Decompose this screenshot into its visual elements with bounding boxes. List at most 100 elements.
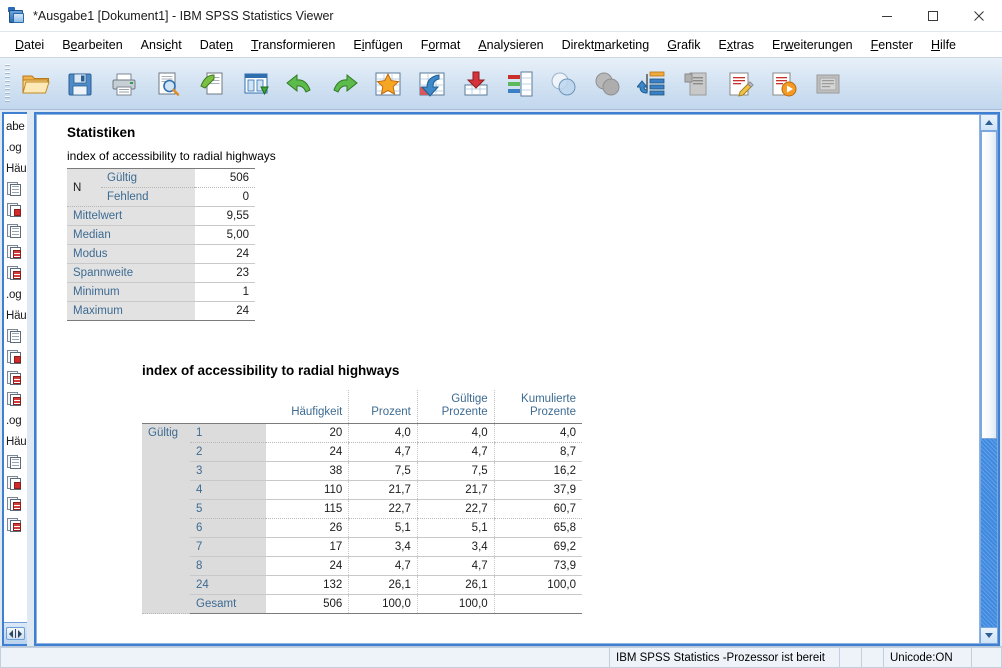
close-button[interactable] [956, 0, 1002, 32]
goto-data-icon[interactable] [410, 62, 454, 106]
table-row-total[interactable]: Gesamt 506 100,0 100,0 [142, 594, 582, 614]
menu-analysieren[interactable]: Analysieren [469, 35, 552, 55]
outline-item-text[interactable]: .og [4, 284, 27, 305]
open-file-icon[interactable] [14, 62, 58, 106]
toolbar-grip[interactable] [5, 63, 10, 104]
table-row[interactable]: Mittelwert 9,55 [67, 206, 255, 226]
print-preview-icon[interactable] [146, 62, 190, 106]
table-row[interactable]: Median 5,00 [67, 225, 255, 245]
split-handle-icon[interactable] [6, 627, 25, 640]
insert-heading-icon[interactable] [674, 62, 718, 106]
menu-ansicht[interactable]: Ansicht [132, 35, 191, 55]
pivot-table-icon[interactable] [498, 62, 542, 106]
show-hide-icon[interactable] [542, 62, 586, 106]
print-icon[interactable] [102, 62, 146, 106]
table-row[interactable]: 3 38 7,5 7,5 16,2 [142, 461, 582, 481]
menu-einfuegen[interactable]: Einfügen [344, 35, 411, 55]
table-row[interactable]: 7 17 3,4 3,4 69,2 [142, 537, 582, 557]
cell-prozent: 3,4 [348, 537, 418, 557]
save-icon[interactable] [58, 62, 102, 106]
table-row[interactable]: 6 26 5,1 5,1 65,8 [142, 518, 582, 538]
table-row[interactable]: Modus 24 [67, 244, 255, 264]
outline-splitter[interactable] [4, 622, 27, 644]
undo-icon[interactable] [278, 62, 322, 106]
vertical-scrollbar[interactable] [979, 114, 998, 644]
table-row[interactable]: 24 132 26,1 26,1 100,0 [142, 575, 582, 595]
select-groups-icon[interactable] [586, 62, 630, 106]
table-row[interactable]: Minimum 1 [67, 282, 255, 302]
outline-item-output[interactable] [4, 494, 27, 515]
scroll-up-button[interactable] [980, 114, 998, 131]
column-header-prozent[interactable]: Prozent [348, 390, 418, 424]
frequency-table[interactable]: Häufigkeit Prozent Gültige Prozente Kumu… [142, 390, 582, 614]
run-script-icon[interactable] [806, 62, 850, 106]
outline-item-text[interactable]: abe [4, 116, 27, 137]
column-header-gueltige-prozente[interactable]: Gültige Prozente [416, 390, 495, 424]
statistics-table[interactable]: N Gültig 506 Fehlend 0 Mittelwert 9,55 M… [67, 168, 255, 321]
outline-item-output[interactable] [4, 263, 27, 284]
column-header-haeufigkeit[interactable]: Häufigkeit [266, 390, 349, 424]
outline-item-output[interactable] [4, 200, 27, 221]
outline-item-text[interactable]: Häu [4, 305, 27, 326]
insert-text-icon[interactable] [762, 62, 806, 106]
output-statistics-icon [7, 371, 23, 386]
table-row[interactable]: Maximum 24 [67, 301, 255, 321]
outline-item-output[interactable] [4, 326, 27, 347]
outline-item-output[interactable] [4, 242, 27, 263]
table-row[interactable]: Gültig 1 20 4,0 4,0 4,0 [142, 423, 582, 614]
outline-item-output[interactable] [4, 473, 27, 494]
menu-erweiterungen[interactable]: Erweiterungen [763, 35, 862, 55]
output-document[interactable]: Statistiken index of accessibility to ra… [36, 114, 979, 644]
outline-item-output[interactable] [4, 347, 27, 368]
insert-title-icon[interactable] [718, 62, 762, 106]
outline-item-text[interactable]: .og [4, 137, 27, 158]
cell-haeufigkeit: 132 [266, 575, 349, 595]
table-row[interactable]: 5 115 22,7 22,7 60,7 [142, 499, 582, 519]
table-row[interactable]: N Gültig 506 [67, 168, 255, 207]
menu-fenster[interactable]: Fenster [862, 35, 922, 55]
maximize-button[interactable] [910, 0, 956, 32]
menu-grafik[interactable]: Grafik [658, 35, 709, 55]
outline-item-output[interactable] [4, 515, 27, 536]
table-row[interactable]: 8 24 4,7 4,7 73,9 [142, 556, 582, 576]
menu-format[interactable]: Format [412, 35, 470, 55]
menu-datei[interactable]: Datei [6, 35, 53, 55]
outline-pane[interactable]: abe .og Häu .og Häu .og Häu [2, 112, 27, 646]
outline-item-output[interactable] [4, 389, 27, 410]
menu-daten[interactable]: Daten [191, 35, 242, 55]
outline-list[interactable]: abe .og Häu .og Häu .og Häu [4, 114, 27, 622]
pane-divider[interactable] [27, 112, 34, 646]
dialog-recall-icon[interactable] [234, 62, 278, 106]
menu-extras[interactable]: Extras [710, 35, 763, 55]
menu-transformieren[interactable]: Transformieren [242, 35, 344, 55]
column-header-kumulierte-prozente[interactable]: Kumulierte Prozente [493, 390, 582, 424]
outline-item-output[interactable] [4, 452, 27, 473]
status-left-spacer [0, 647, 610, 668]
insert-table-icon[interactable] [454, 62, 498, 106]
export-document-icon[interactable] [190, 62, 234, 106]
outline-item-output[interactable] [4, 179, 27, 200]
row-label-gesamt: Gesamt [190, 594, 266, 614]
cell-gueltige: 4,7 [416, 556, 495, 576]
minimize-button[interactable] [864, 0, 910, 32]
output-statistics-icon [7, 497, 23, 512]
menu-bearbeiten[interactable]: Bearbeiten [53, 35, 131, 55]
outline-item-text[interactable]: Häu [4, 158, 27, 179]
goto-chart-icon[interactable] [366, 62, 410, 106]
menu-hilfe[interactable]: Hilfe [922, 35, 965, 55]
outline-item-text[interactable]: .og [4, 410, 27, 431]
menu-direktmarketing[interactable]: Direktmarketing [553, 35, 659, 55]
redo-icon[interactable] [322, 62, 366, 106]
outline-item-output[interactable] [4, 368, 27, 389]
scrollbar-thumb[interactable] [981, 131, 997, 439]
table-row[interactable]: 2 24 4,7 4,7 8,7 [142, 442, 582, 462]
promote-outline-icon[interactable] [630, 62, 674, 106]
viewer-body: abe .og Häu .og Häu .og Häu Statistiken … [0, 110, 1002, 646]
table-row[interactable]: Spannweite 23 [67, 263, 255, 283]
outline-item-text[interactable]: Häu [4, 431, 27, 452]
scroll-down-button[interactable] [980, 627, 998, 644]
outline-item-output[interactable] [4, 221, 27, 242]
table-row[interactable]: 4 110 21,7 21,7 37,9 [142, 480, 582, 500]
menu-bar: Datei Bearbeiten Ansicht Daten Transform… [0, 32, 1002, 58]
scrollbar-track[interactable] [980, 131, 998, 627]
